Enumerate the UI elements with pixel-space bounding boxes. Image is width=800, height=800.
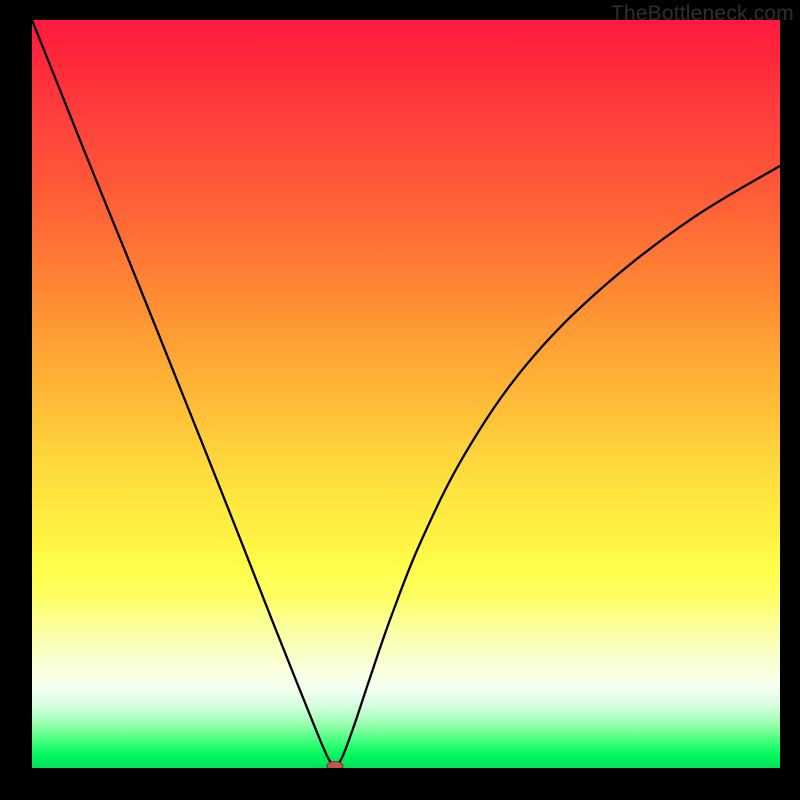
watermark-text: TheBottleneck.com — [611, 2, 794, 26]
chart-frame: TheBottleneck.com — [0, 0, 800, 800]
chart-plot-area — [32, 20, 780, 768]
chart-svg — [32, 20, 780, 768]
minimum-marker — [327, 762, 343, 769]
chart-curve — [32, 20, 780, 768]
